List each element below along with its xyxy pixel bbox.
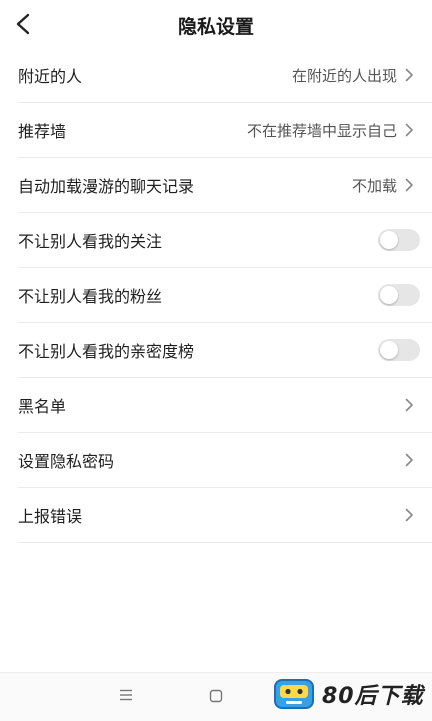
row-hide-following: 不让别人看我的关注 <box>18 213 432 268</box>
hide-fans-toggle[interactable] <box>378 284 420 306</box>
settings-list: 附近的人 在附近的人出现 推荐墙 不在推荐墙中显示自己 自动加载漫游的聊天记录 … <box>18 48 432 543</box>
row-label: 不让别人看我的亲密度榜 <box>18 342 195 361</box>
toggle-knob <box>380 341 398 359</box>
row-label: 黑名单 <box>18 397 67 416</box>
row-auto-load-roaming-chat[interactable]: 自动加载漫游的聊天记录 不加载 <box>18 158 432 213</box>
row-value: 在附近的人出现 <box>291 66 397 85</box>
page-title: 隐私设置 <box>177 16 254 38</box>
toggle-knob <box>380 231 398 249</box>
toggle-knob <box>380 286 398 304</box>
row-label: 自动加载漫游的聊天记录 <box>18 177 195 196</box>
row-hide-fans: 不让别人看我的粉丝 <box>18 268 432 323</box>
row-recommend-wall[interactable]: 推荐墙 不在推荐墙中显示自己 <box>18 103 432 158</box>
row-label: 推荐墙 <box>18 122 67 141</box>
row-value: 不加载 <box>351 176 397 195</box>
watermark-text: 80后下载 <box>322 684 424 709</box>
row-nearby-people[interactable]: 附近的人 在附近的人出现 <box>18 48 432 103</box>
square-home-icon[interactable] <box>209 689 223 703</box>
row-privacy-password[interactable]: 设置隐私密码 <box>18 433 432 488</box>
chevron-right-icon <box>405 453 414 467</box>
row-report-error[interactable]: 上报错误 <box>18 488 432 543</box>
watermark: 80后下载 <box>272 676 424 712</box>
chevron-right-icon <box>405 123 414 137</box>
row-blacklist[interactable]: 黑名单 <box>18 378 432 433</box>
row-hide-intimacy-ranking: 不让别人看我的亲密度榜 <box>18 323 432 378</box>
chevron-right-icon <box>405 508 414 522</box>
watermark-logo <box>274 679 314 709</box>
row-label: 不让别人看我的粉丝 <box>18 287 163 306</box>
row-label: 附近的人 <box>18 67 83 86</box>
hide-following-toggle[interactable] <box>378 229 420 251</box>
chevron-right-icon <box>405 178 414 192</box>
row-label: 不让别人看我的关注 <box>18 232 163 251</box>
row-label: 上报错误 <box>18 507 83 526</box>
hide-intimacy-toggle[interactable] <box>378 339 420 361</box>
chevron-right-icon <box>405 398 414 412</box>
row-label: 设置隐私密码 <box>18 452 115 471</box>
chevron-right-icon <box>405 68 414 82</box>
top-bar: 隐私设置 <box>0 0 432 48</box>
menu-icon[interactable] <box>119 689 133 701</box>
row-value: 不在推荐墙中显示自己 <box>246 121 397 140</box>
